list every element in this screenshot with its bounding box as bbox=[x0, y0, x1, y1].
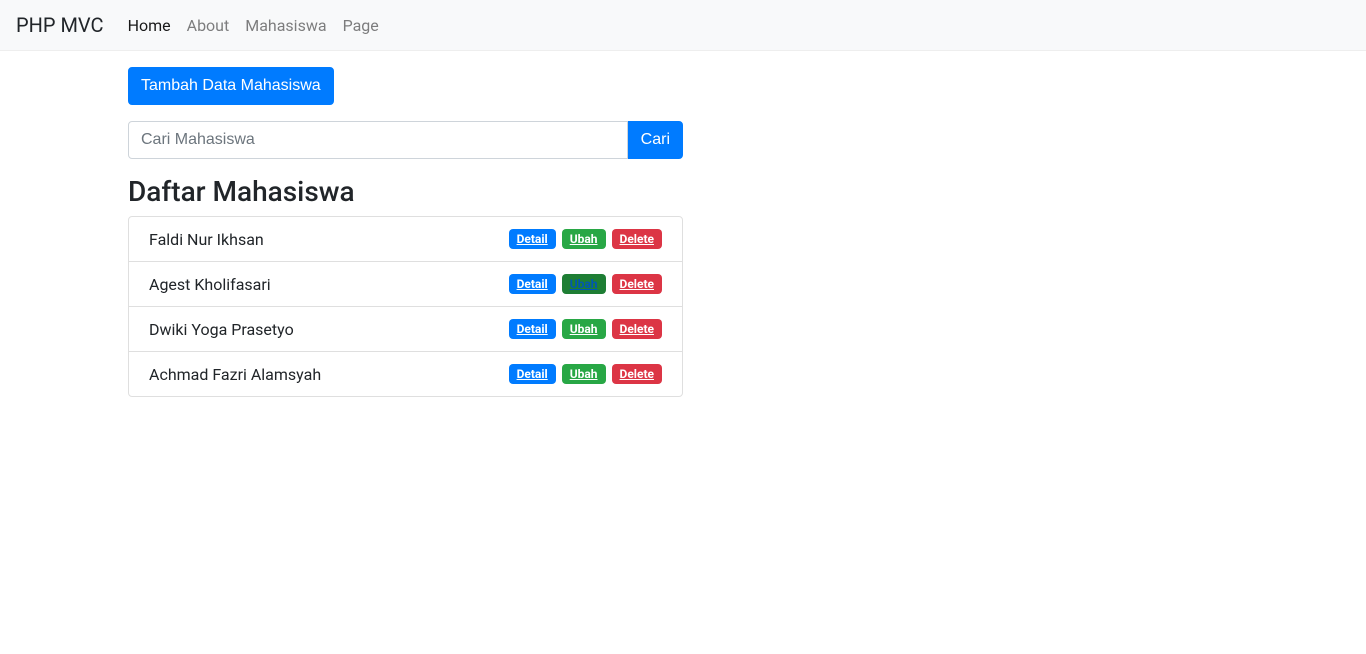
delete-button[interactable]: Delete bbox=[612, 229, 662, 249]
search-button[interactable]: Cari bbox=[628, 121, 683, 159]
nav-link-about[interactable]: About bbox=[179, 8, 238, 43]
ubah-button[interactable]: Ubah bbox=[562, 364, 606, 384]
content-column: Tambah Data Mahasiswa Cari Daftar Mahasi… bbox=[128, 51, 683, 397]
nav-link-page[interactable]: Page bbox=[335, 8, 387, 43]
list-title: Daftar Mahasiswa bbox=[128, 175, 683, 208]
nav-link-home[interactable]: Home bbox=[120, 8, 179, 43]
row-actions: Detail Ubah Delete bbox=[503, 364, 662, 384]
nav-link-mahasiswa[interactable]: Mahasiswa bbox=[237, 8, 334, 43]
navbar: PHP MVC HomeAboutMahasiswaPage bbox=[0, 0, 1366, 51]
row-actions: Detail Ubah Delete bbox=[503, 319, 662, 339]
ubah-button[interactable]: Ubah bbox=[562, 319, 606, 339]
delete-button[interactable]: Delete bbox=[612, 364, 662, 384]
search-input[interactable] bbox=[128, 121, 628, 159]
list-item: Faldi Nur Ikhsan Detail Ubah Delete bbox=[129, 217, 682, 262]
row-actions: Detail Ubah Delete bbox=[503, 274, 662, 294]
list-item: Dwiki Yoga Prasetyo Detail Ubah Delete bbox=[129, 307, 682, 352]
student-name: Faldi Nur Ikhsan bbox=[149, 230, 264, 249]
delete-button[interactable]: Delete bbox=[612, 274, 662, 294]
student-name: Achmad Fazri Alamsyah bbox=[149, 365, 321, 384]
search-group: Cari bbox=[128, 121, 683, 159]
navbar-nav: HomeAboutMahasiswaPage bbox=[120, 16, 387, 35]
detail-button[interactable]: Detail bbox=[509, 229, 556, 249]
student-name: Dwiki Yoga Prasetyo bbox=[149, 320, 294, 339]
list-item: Agest Kholifasari Detail Ubah Delete bbox=[129, 262, 682, 307]
detail-button[interactable]: Detail bbox=[509, 274, 556, 294]
ubah-button[interactable]: Ubah bbox=[562, 229, 606, 249]
container: Tambah Data Mahasiswa Cari Daftar Mahasi… bbox=[113, 51, 1253, 397]
delete-button[interactable]: Delete bbox=[612, 319, 662, 339]
row-actions: Detail Ubah Delete bbox=[503, 229, 662, 249]
list-item: Achmad Fazri Alamsyah Detail Ubah Delete bbox=[129, 352, 682, 396]
navbar-brand[interactable]: PHP MVC bbox=[16, 8, 104, 42]
student-name: Agest Kholifasari bbox=[149, 275, 271, 294]
detail-button[interactable]: Detail bbox=[509, 319, 556, 339]
search-append: Cari bbox=[628, 121, 683, 159]
student-list: Faldi Nur IkhsanDetailUbahDeleteAgest Kh… bbox=[128, 216, 683, 397]
detail-button[interactable]: Detail bbox=[509, 364, 556, 384]
ubah-button[interactable]: Ubah bbox=[562, 274, 606, 294]
add-student-button[interactable]: Tambah Data Mahasiswa bbox=[128, 67, 334, 105]
